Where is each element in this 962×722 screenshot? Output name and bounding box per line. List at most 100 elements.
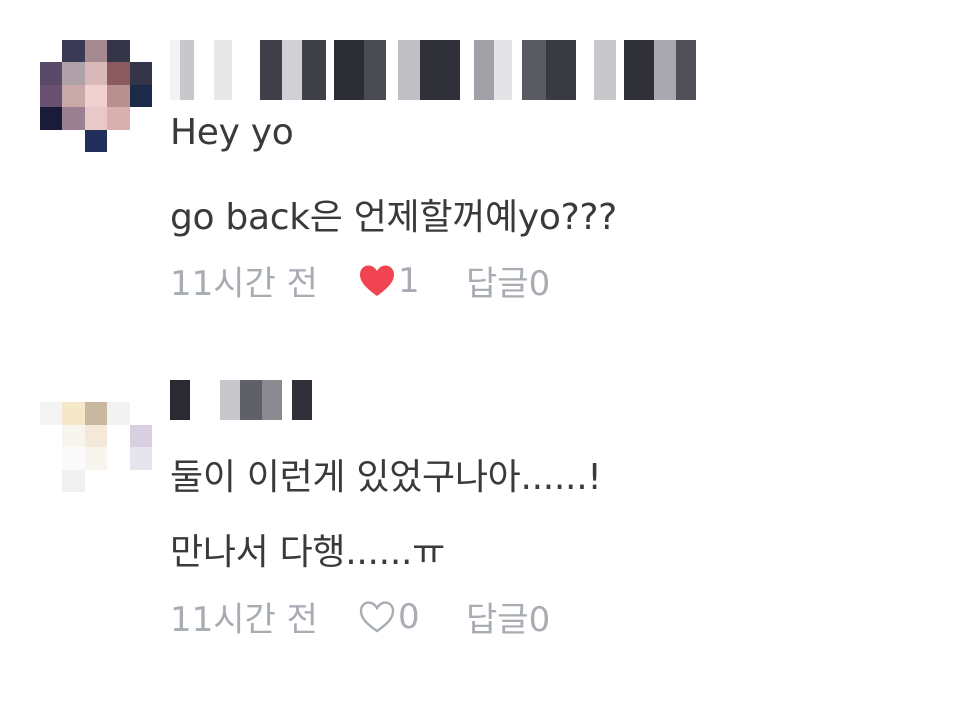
avatar-pixel	[129, 380, 152, 403]
avatar-pixel	[84, 62, 108, 85]
username-pixel	[512, 40, 522, 100]
avatar-pixel	[129, 40, 152, 63]
username-pixel	[194, 40, 214, 100]
avatar-pixel	[84, 129, 108, 152]
reply-count: 0	[528, 264, 551, 304]
username-pixel	[214, 40, 232, 100]
comment-text-line: Hey yo	[170, 112, 294, 153]
avatar-pixel	[84, 84, 108, 108]
avatar-pixel	[84, 402, 108, 425]
comment-meta: 11시간 전 0 답글0	[170, 592, 550, 641]
reply-label: 답글	[466, 264, 529, 304]
comment-text-line: go back은 언제할꺼예yo???	[170, 197, 617, 238]
avatar-pixel	[62, 40, 85, 63]
like-count: 1	[398, 260, 420, 301]
comment-meta: 11시간 전 1 답글0	[170, 256, 550, 305]
username-pixel	[576, 40, 594, 100]
username-pixel	[494, 40, 512, 100]
avatar-pixel	[40, 424, 63, 448]
reply-button[interactable]: 답글0	[466, 592, 550, 641]
avatar-pixel	[62, 447, 85, 470]
avatar-pixel	[84, 447, 108, 470]
comment-item: 둘이 이런게 있었구나아......! 만나서 다행......ㅠ 11시간 전…	[0, 360, 962, 690]
avatar-pixel	[107, 107, 130, 130]
username-pixel	[624, 40, 654, 100]
reply-count: 0	[528, 600, 551, 640]
username-pixel	[522, 40, 546, 100]
avatar-pixel	[107, 380, 130, 403]
username-redacted[interactable]	[170, 40, 696, 100]
username-pixel	[240, 380, 262, 420]
like-button[interactable]: 0	[358, 597, 466, 637]
avatar-pixel	[62, 469, 85, 492]
avatar-pixel	[129, 447, 152, 470]
avatar-pixel	[129, 62, 152, 85]
username-pixel	[232, 40, 260, 100]
username-pixel	[262, 380, 282, 420]
avatar-pixel	[62, 380, 85, 403]
username-pixel	[594, 40, 616, 100]
comment-text-line: 만나서 다행......ㅠ	[170, 532, 445, 573]
like-button[interactable]: 1	[358, 261, 466, 301]
avatar-pixel	[84, 424, 108, 448]
avatar-pixel	[129, 402, 152, 425]
avatar[interactable]	[40, 380, 152, 492]
avatar-pixel	[40, 129, 63, 152]
avatar-pixel	[40, 40, 63, 63]
avatar-pixel	[40, 402, 63, 425]
avatar-pixel	[107, 402, 130, 425]
username-pixel	[654, 40, 676, 100]
avatar-pixel	[107, 129, 130, 152]
username-pixel	[190, 380, 220, 420]
avatar-pixel	[84, 40, 108, 63]
avatar-pixel	[129, 84, 152, 108]
username-pixel	[676, 40, 696, 100]
username-pixel	[398, 40, 420, 100]
avatar-pixel	[62, 62, 85, 85]
avatar-pixel	[107, 84, 130, 108]
username-pixel	[474, 40, 494, 100]
timestamp: 11시간 전	[170, 600, 318, 640]
username-pixel	[616, 40, 624, 100]
avatar-pixel	[129, 469, 152, 492]
avatar-pixel	[62, 402, 85, 425]
avatar-pixel	[107, 469, 130, 492]
avatar-pixel	[62, 424, 85, 448]
username-pixel	[292, 380, 312, 420]
avatar[interactable]	[40, 40, 152, 152]
username-redacted[interactable]	[170, 380, 312, 420]
avatar-pixel	[40, 62, 63, 85]
avatar-pixel	[62, 84, 85, 108]
avatar-pixel	[40, 469, 63, 492]
username-pixel	[460, 40, 474, 100]
reply-button[interactable]: 답글0	[466, 256, 550, 305]
heart-filled-icon	[360, 265, 394, 296]
username-pixel	[386, 40, 398, 100]
username-pixel	[334, 40, 364, 100]
username-pixel	[220, 380, 240, 420]
avatar-pixel	[84, 380, 108, 403]
avatar-pixel	[129, 129, 152, 152]
reply-label: 답글	[466, 600, 529, 640]
avatar-pixel	[107, 40, 130, 63]
comment-text-line: 둘이 이런게 있었구나아......!	[170, 457, 602, 498]
like-count: 0	[398, 596, 420, 637]
avatar-pixel	[107, 62, 130, 85]
username-pixel	[326, 40, 334, 100]
avatar-pixel	[40, 84, 63, 108]
avatar-pixel	[40, 447, 63, 470]
username-pixel	[282, 380, 292, 420]
avatar-pixel	[84, 469, 108, 492]
username-pixel	[170, 40, 180, 100]
timestamp: 11시간 전	[170, 264, 318, 304]
avatar-pixel	[84, 107, 108, 130]
username-pixel	[260, 40, 282, 100]
comment-item: Hey yo go back은 언제할꺼예yo??? 11시간 전 1 답글0	[0, 0, 962, 330]
avatar-pixel	[40, 107, 63, 130]
username-pixel	[546, 40, 576, 100]
username-pixel	[170, 380, 190, 420]
avatar-pixel	[129, 424, 152, 448]
avatar-pixel	[107, 424, 130, 448]
username-pixel	[420, 40, 460, 100]
username-pixel	[302, 40, 326, 100]
